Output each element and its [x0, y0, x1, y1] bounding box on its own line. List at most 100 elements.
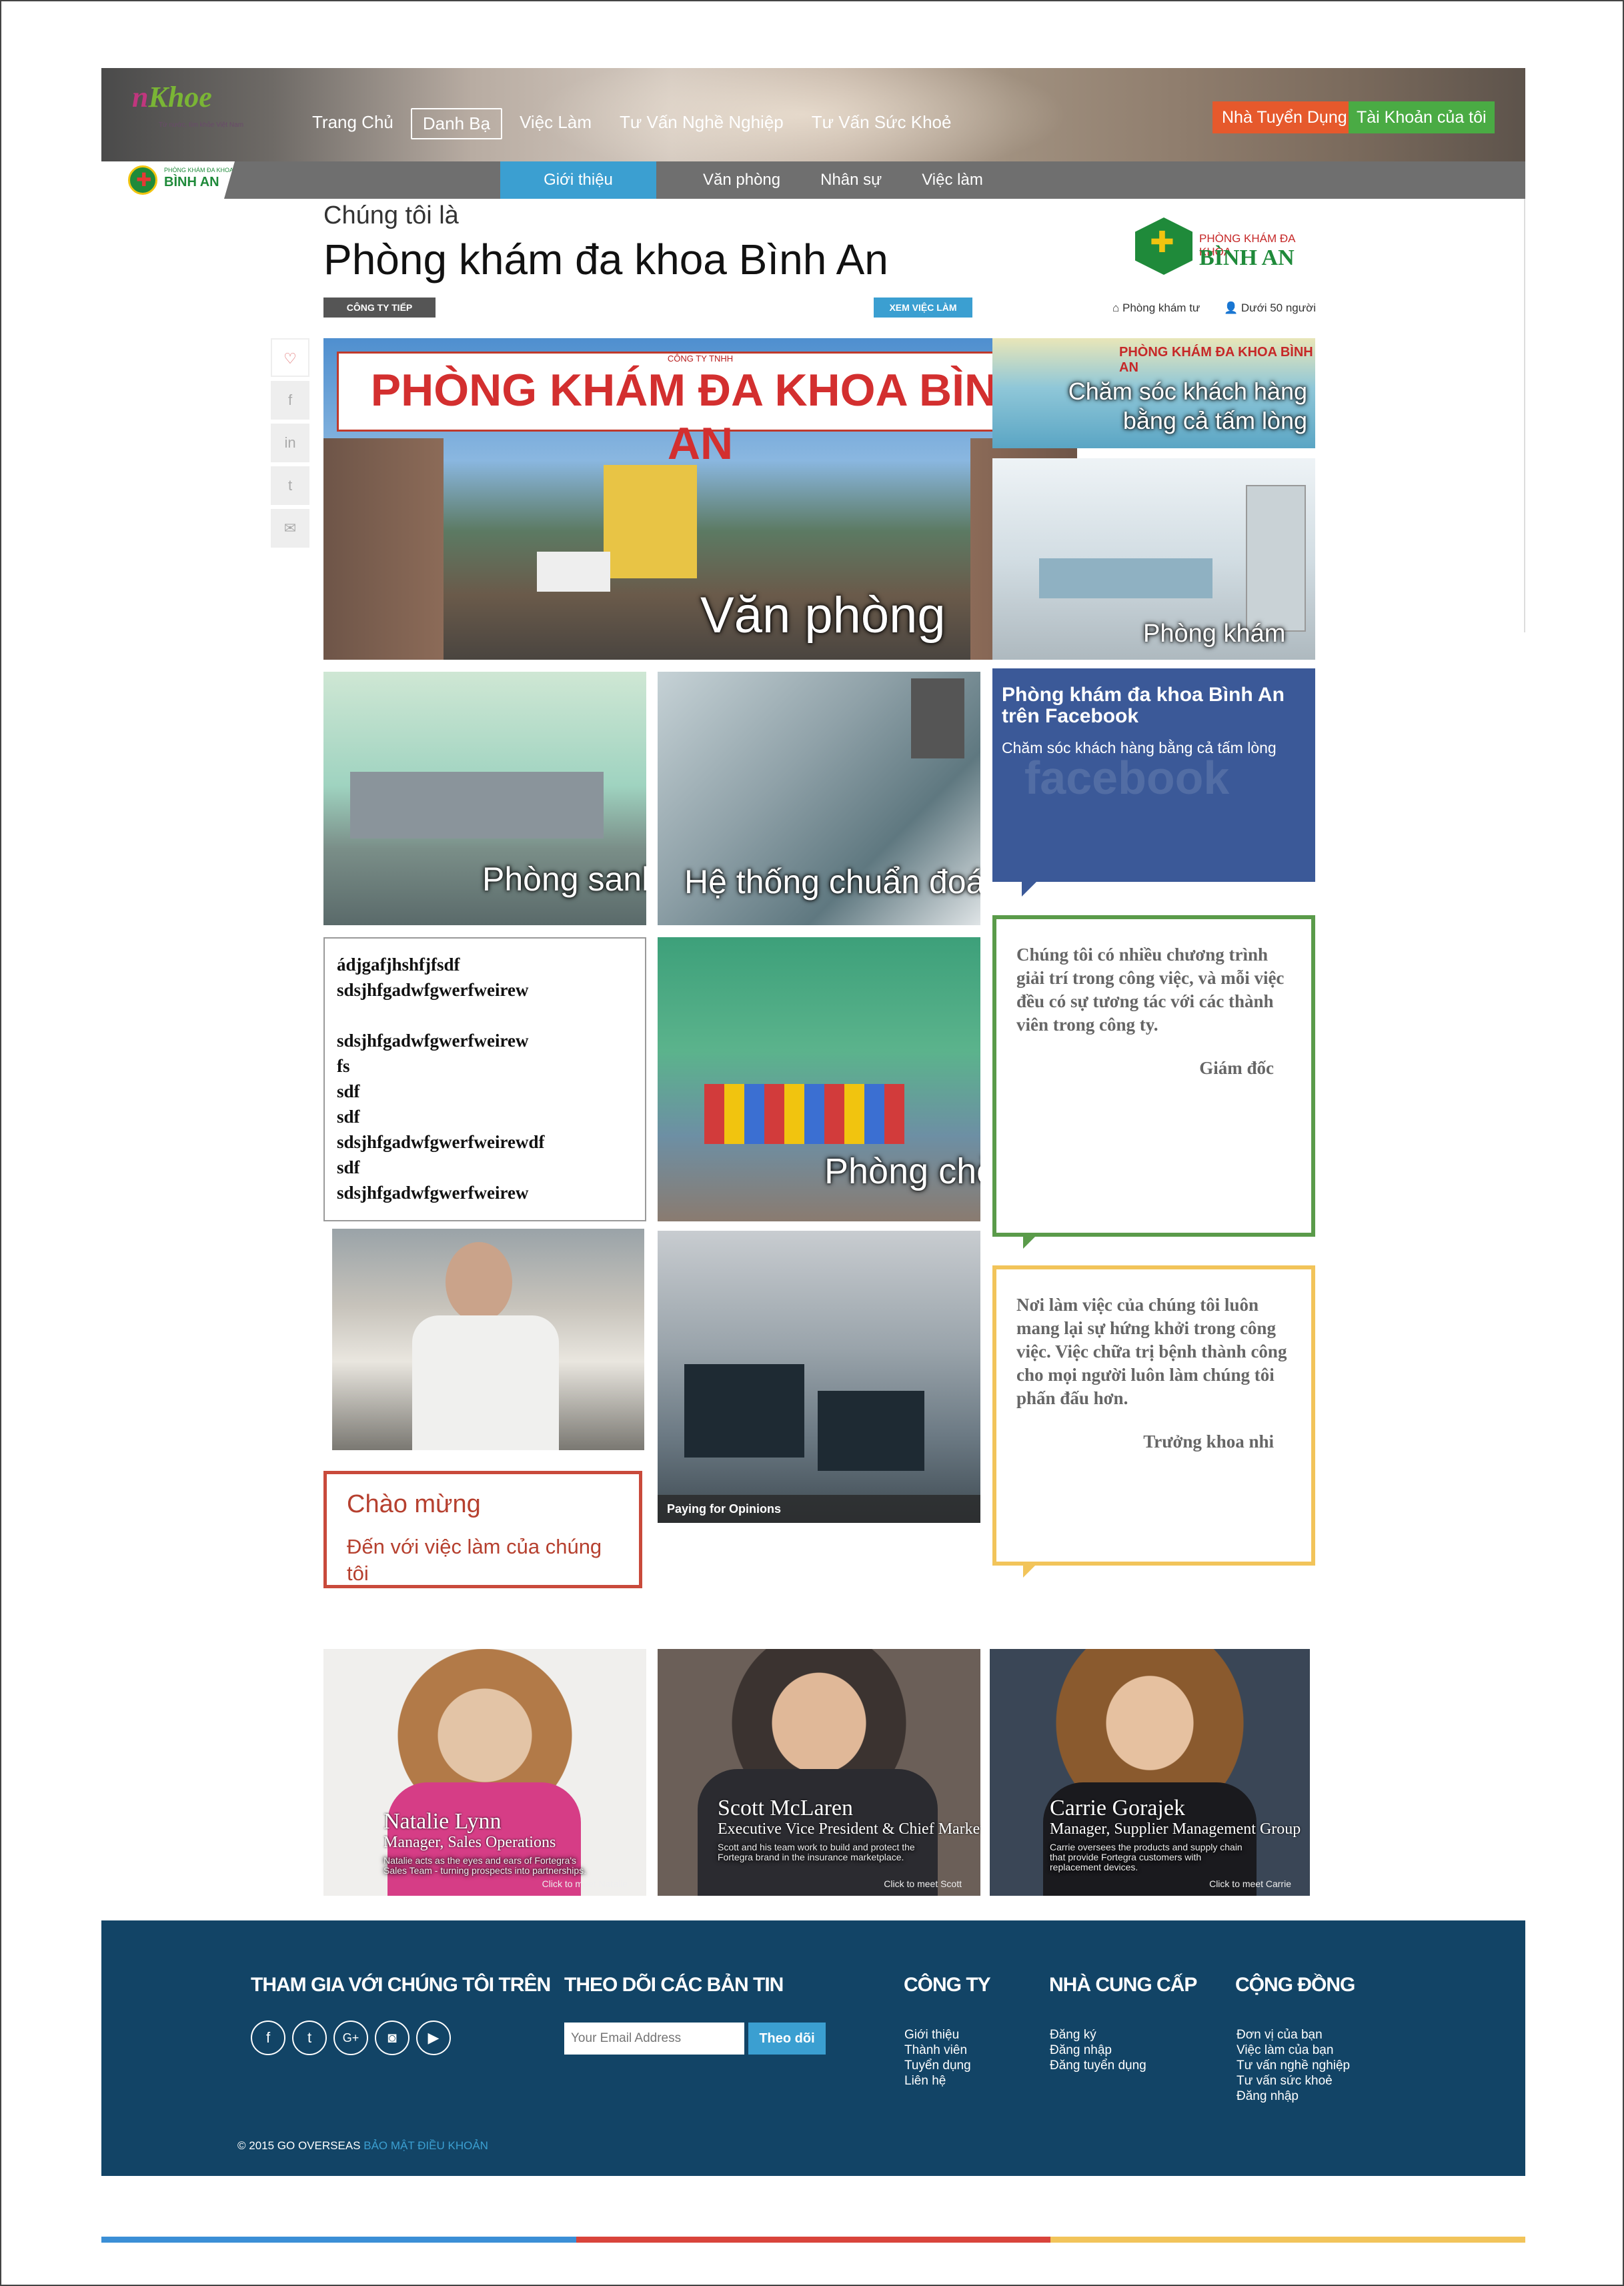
sign-title: PHÒNG KHÁM ĐA KHOA BÌNH AN: [370, 365, 1030, 469]
nav-career-advice[interactable]: Tư Vấn Nghề Nghiệp: [609, 108, 794, 139]
footer-link[interactable]: Tư vấn nghề nghiệp: [1237, 2058, 1350, 2073]
tile-customer-care[interactable]: PHÒNG KHÁM ĐA KHOA BÌNH AN Chăm sóc khác…: [992, 338, 1315, 448]
person-desc: Natalie acts as the eyes and ears of For…: [383, 1855, 587, 1876]
tile-office[interactable]: CÔNG TY TNHH PHÒNG KHÁM ĐA KHOA BÌNH AN …: [323, 338, 1077, 660]
person-card[interactable]: Scott McLaren Executive Vice President &…: [658, 1649, 980, 1896]
subscribe-button[interactable]: Theo dõi: [748, 2023, 826, 2055]
welcome-title: Chào mừng: [347, 1490, 481, 1518]
tile-waiting-room[interactable]: Phòng chờ: [658, 937, 980, 1221]
tile-exam-caption: Phòng khám: [1143, 620, 1286, 648]
text-line: sdsjhfgadwfgwerfweirew: [337, 1183, 529, 1203]
company-mini-logo[interactable]: PHÒNG KHÁM ĐA KHOA BÌNH AN: [101, 161, 235, 199]
tile-exam-room[interactable]: Phòng khám: [992, 458, 1315, 660]
footer-link[interactable]: Đăng ký: [1050, 2027, 1146, 2043]
clinic-emblem-icon: [1135, 217, 1192, 275]
twitter-icon[interactable]: t: [271, 466, 309, 505]
linkedin-icon[interactable]: in: [271, 424, 309, 462]
employer-button[interactable]: Nhà Tuyển Dụng: [1212, 101, 1357, 133]
text-line: sdsjhfgadwfgwerfweirew: [337, 980, 529, 1000]
footer-link[interactable]: Đơn vị của bạn: [1237, 2027, 1350, 2043]
youtube-icon[interactable]: ▶: [416, 2021, 451, 2055]
nav-health-advice[interactable]: Tư Vấn Sức Khoẻ: [801, 108, 962, 139]
clinic-gate-sign: CÔNG TY TNHH PHÒNG KHÁM ĐA KHOA BÌNH AN: [337, 352, 1064, 469]
care-banner-text: PHÒNG KHÁM ĐA KHOA BÌNH AN: [1119, 345, 1313, 375]
footer-link[interactable]: Việc làm của bạn: [1237, 2043, 1350, 2058]
tile-diagnosis[interactable]: Hệ thống chuẩn đoán: [658, 672, 980, 925]
tile-worker-1[interactable]: [332, 1229, 644, 1450]
company-subnav-bar: PHÒNG KHÁM ĐA KHOA BÌNH AN Giới thiệu Vă…: [101, 161, 1525, 199]
person-cta[interactable]: Click to meet Natalie: [542, 1878, 628, 1889]
person-cta[interactable]: Click to meet Carrie: [1209, 1878, 1291, 1889]
text-line: fs: [337, 1056, 350, 1076]
person-card[interactable]: Carrie Gorajek Manager, Supplier Managem…: [990, 1649, 1310, 1896]
mail-icon[interactable]: ✉: [271, 509, 309, 548]
text-line: sdf: [337, 1107, 360, 1127]
footer-link[interactable]: Đăng nhập: [1237, 2089, 1350, 2104]
color-stripe: [101, 2237, 1526, 2243]
nav-directory[interactable]: Danh Bạ: [410, 108, 503, 139]
tile-worker-2[interactable]: Paying for Opinions: [658, 1231, 980, 1523]
my-account-button[interactable]: Tài Khoản của tôi: [1349, 101, 1495, 133]
footer-link[interactable]: Thành viên: [904, 2043, 971, 2058]
tab-intro[interactable]: Giới thiệu: [500, 161, 656, 199]
footer-company-links: Giới thiệu Thành viên Tuyển dụng Liên hệ: [904, 2027, 971, 2089]
text-line: sdf: [337, 1081, 360, 1101]
clinic-badge-icon: [128, 165, 157, 195]
monitor: [911, 678, 964, 758]
building: [604, 465, 697, 578]
facebook-card[interactable]: facebook Phòng khám đa khoa Bình An trên…: [992, 668, 1315, 897]
waiting-chairs: [704, 1084, 904, 1144]
quote-director-author: Giám đốc: [1199, 1058, 1274, 1078]
footer-community-title: CỘNG ĐỒNG: [1235, 1974, 1355, 1996]
footer-link[interactable]: Tuyển dụng: [904, 2058, 971, 2073]
heart-icon[interactable]: ♡: [271, 338, 309, 377]
twitter-icon[interactable]: t: [292, 2021, 327, 2055]
footer-community-links: Đơn vị của bạn Việc làm của bạn Tư vấn n…: [1237, 2027, 1350, 2104]
tab-jobs[interactable]: Việc làm: [902, 161, 1003, 199]
instagram-icon[interactable]: ◙: [375, 2021, 410, 2055]
main-nav: Trang Chủ Danh Bạ Việc Làm Tư Vấn Nghề N…: [301, 108, 968, 139]
tile-delivery-room[interactable]: Phòng sanh: [323, 672, 646, 925]
footer-link[interactable]: Liên hệ: [904, 2073, 971, 2089]
person-head: [446, 1242, 512, 1322]
facebook-icon[interactable]: f: [251, 2021, 285, 2055]
nav-jobs[interactable]: Việc Làm: [509, 108, 602, 139]
legal-link[interactable]: BẢO MẬT ĐIỀU KHOẢN: [363, 2139, 488, 2152]
tile-diagnosis-caption: Hệ thống chuẩn đoán: [684, 863, 980, 901]
person-name: Scott McLaren: [718, 1796, 853, 1820]
nav-home[interactable]: Trang Chủ: [301, 108, 404, 139]
share-bar: ♡ f in t ✉: [271, 338, 309, 552]
company-size-text: Dưới 50 người: [1241, 302, 1317, 314]
googleplus-icon[interactable]: G+: [333, 2021, 368, 2055]
copyright-text: © 2015 GO OVERSEAS: [237, 2139, 361, 2152]
person-card[interactable]: Natalie Lynn Manager, Sales Operations N…: [323, 1649, 646, 1896]
stripe-red: [576, 2237, 1051, 2243]
site-logo[interactable]: nKhoe Từ nước, tìm khỏe Việt Nam: [125, 80, 243, 147]
footer-link[interactable]: Đăng tuyển dụng: [1050, 2058, 1146, 2073]
footer-link[interactable]: Đăng nhập: [1050, 2043, 1146, 2058]
logo-tagline: Từ nước, tìm khỏe Việt Nam: [159, 121, 244, 129]
follow-company-button[interactable]: CÔNG TY TIẾP: [323, 298, 436, 318]
quote-pediatrics-author: Trưởng khoa nhi: [1143, 1432, 1274, 1452]
tile-care-caption: Chăm sóc khách hàng bằng cả tấm lòng: [1068, 378, 1307, 434]
building-icon: ⌂: [1112, 302, 1120, 314]
email-input[interactable]: [564, 2023, 744, 2055]
stripe-yellow: [1050, 2237, 1526, 2243]
person-desc: Carrie oversees the products and supply …: [1050, 1842, 1243, 1872]
stripe-blue: [101, 2237, 576, 2243]
person-cta[interactable]: Click to meet Scott: [884, 1878, 962, 1889]
facebook-icon[interactable]: f: [271, 381, 309, 420]
facebook-title: Phòng khám đa khoa Bình An trên Facebook: [1002, 684, 1285, 727]
footer-link[interactable]: Giới thiệu: [904, 2027, 971, 2043]
person-title: Executive Vice President & Chief Marketi…: [718, 1820, 980, 1838]
tab-office[interactable]: Văn phòng: [683, 161, 800, 199]
view-jobs-button[interactable]: XEM VIỆC LÀM: [874, 298, 972, 318]
footer-link[interactable]: Tư vấn sức khoẻ: [1237, 2073, 1350, 2089]
tab-staff[interactable]: Nhân sự: [800, 161, 902, 199]
monitor: [818, 1391, 924, 1471]
exam-bed: [1039, 558, 1212, 598]
we-are-label: Chúng tôi là: [323, 201, 459, 229]
text-box: ádjgafjhshfjfsdf sdsjhfgadwfgwerfweirew …: [323, 937, 646, 1221]
content-divider: [1524, 199, 1525, 632]
cabinet: [1246, 485, 1306, 632]
